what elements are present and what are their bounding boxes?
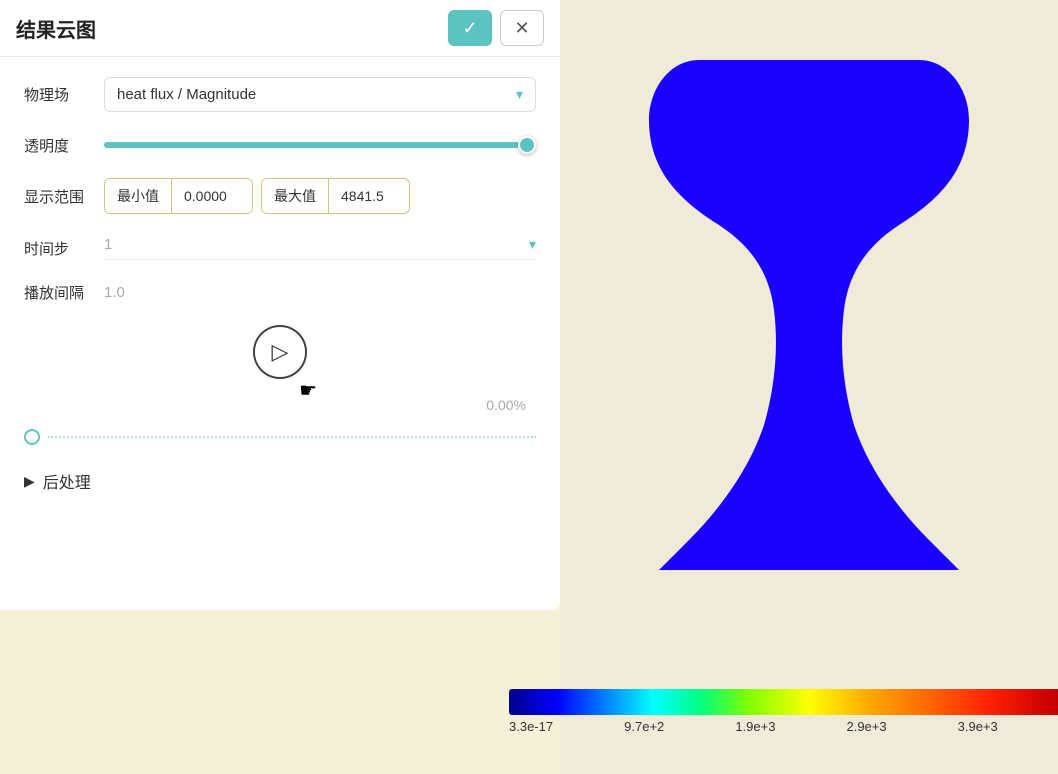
confirm-button[interactable]: ✓ (448, 10, 492, 46)
display-range-control: 最小值 0.0000 最大值 4841.5 (104, 178, 536, 214)
slider-thumb[interactable] (518, 136, 536, 154)
legend-label-0: 3.3e-17 (509, 719, 553, 734)
min-label: 最小值 (105, 179, 172, 213)
physics-dropdown[interactable]: heat flux / Magnitude ▾ (104, 77, 536, 112)
min-value[interactable]: 0.0000 (172, 181, 252, 211)
timestep-select-row: 1 ▾ (104, 236, 536, 260)
physics-value: heat flux / Magnitude (117, 86, 256, 103)
legend-label-3: 2.9e+3 (846, 719, 886, 734)
physics-control: heat flux / Magnitude ▾ (104, 77, 536, 112)
dropdown-arrow-icon: ▾ (516, 86, 523, 103)
left-panel: 结果云图 ✓ ✕ 物理场 heat flux / Magnitude ▾ 透明度 (0, 0, 560, 610)
legend-bar (509, 689, 1058, 715)
play-area: ▷ ☛ 0.00% (24, 325, 536, 413)
max-value[interactable]: 4841.5 (329, 181, 409, 211)
display-range-row: 显示范围 最小值 0.0000 最大值 4841.5 (24, 178, 536, 214)
max-range-group: 最大值 4841.5 (261, 178, 410, 214)
color-legend: 3.3e-17 9.7e+2 1.9e+3 2.9e+3 3.9e+3 4.8e… (509, 689, 1058, 734)
transparency-control (104, 134, 536, 156)
interval-control (104, 284, 536, 302)
legend-label-1: 9.7e+2 (624, 719, 664, 734)
panel-title: 结果云图 (16, 14, 96, 43)
progress-bar-row (24, 429, 536, 445)
interval-label: 播放间隔 (24, 282, 104, 303)
progress-text: 0.00% (24, 397, 536, 413)
legend-label-2: 1.9e+3 (735, 719, 775, 734)
range-row: 最小值 0.0000 最大值 4841.5 (104, 178, 536, 214)
timestep-control: 1 ▾ (104, 236, 536, 260)
transparency-row: 透明度 (24, 134, 536, 156)
progress-dotted-line (48, 436, 536, 438)
panel-header: 结果云图 ✓ ✕ (0, 0, 560, 57)
progress-circle (24, 429, 40, 445)
physics-label: 物理场 (24, 84, 104, 105)
slider-track[interactable] (104, 142, 536, 148)
timestep-arrow-icon[interactable]: ▾ (529, 236, 536, 253)
slider-fill (104, 142, 519, 148)
header-buttons: ✓ ✕ (448, 10, 544, 46)
legend-label-4: 3.9e+3 (958, 719, 998, 734)
transparency-label: 透明度 (24, 135, 104, 156)
display-range-label: 显示范围 (24, 186, 104, 207)
view-area: 3.3e-17 9.7e+2 1.9e+3 2.9e+3 3.9e+3 4.8e… (560, 0, 1058, 774)
timestep-value: 1 (104, 236, 112, 253)
cooling-tower-shape (639, 50, 979, 575)
post-label: 后处理 (43, 469, 91, 493)
post-arrow-icon: ▶ (24, 473, 35, 490)
max-label: 最大值 (262, 179, 329, 213)
timestep-label: 时间步 (24, 238, 104, 259)
interval-row: 播放间隔 (24, 282, 536, 303)
physics-row: 物理场 heat flux / Magnitude ▾ (24, 77, 536, 112)
play-icon: ▷ (272, 339, 289, 365)
panel-content: 物理场 heat flux / Magnitude ▾ 透明度 显示范围 (0, 57, 560, 517)
legend-labels: 3.3e-17 9.7e+2 1.9e+3 2.9e+3 3.9e+3 4.8e… (509, 719, 1058, 734)
cancel-button[interactable]: ✕ (500, 10, 544, 46)
interval-input[interactable] (104, 284, 303, 301)
timestep-row: 时间步 1 ▾ (24, 236, 536, 260)
hand-cursor-icon: ☛ (299, 378, 317, 403)
min-range-group: 最小值 0.0000 (104, 178, 253, 214)
post-processing-section[interactable]: ▶ 后处理 (24, 465, 536, 497)
play-button[interactable]: ▷ (253, 325, 307, 379)
